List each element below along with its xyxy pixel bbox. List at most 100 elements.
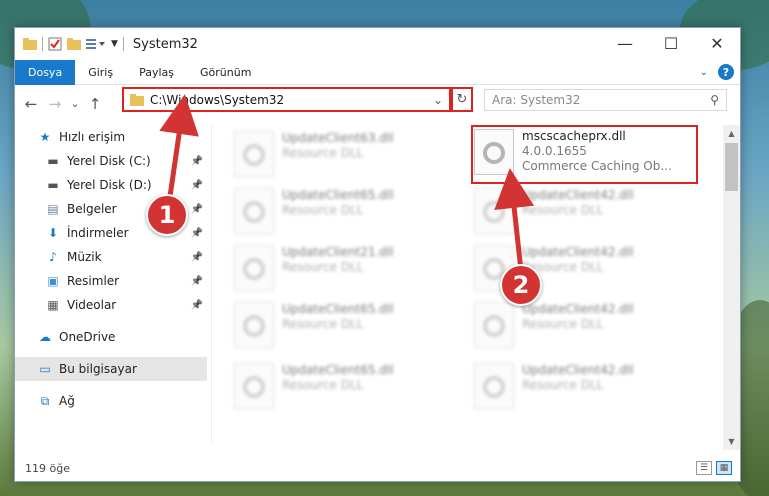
download-icon: ⬇ [47, 226, 59, 240]
file-item[interactable]: UpdateClient65.dll Resource DLL [234, 188, 464, 240]
file-item[interactable]: UpdateClient63.dll Resource DLL [234, 131, 464, 183]
gear-icon [483, 315, 505, 337]
search-input[interactable]: Ara: System32 [492, 93, 710, 107]
dll-file-icon [474, 188, 514, 234]
dll-file-icon [234, 188, 274, 234]
address-path[interactable]: C:\Windows\System32 [150, 93, 433, 107]
sidebar-item[interactable]: ♪ Müzik 📌 [15, 245, 207, 269]
file-item[interactable]: UpdateClient65.dll Resource DLL [234, 302, 464, 354]
sidebar-item[interactable]: ▬ Yerel Disk (D:) 📌 [15, 173, 207, 197]
sidebar-item[interactable]: ★ Hızlı erişim [15, 125, 207, 149]
sidebar-item[interactable]: ▬ Yerel Disk (C:) 📌 [15, 149, 207, 173]
file-meta: UpdateClient42.dll Resource DLL [522, 302, 634, 354]
file-detail: Resource DLL [282, 203, 364, 217]
sidebar-item[interactable]: ▭ Bu bilgisayar [15, 357, 207, 381]
sidebar-item-label: Bu bilgisayar [59, 362, 137, 376]
minimize-button[interactable]: — [602, 28, 648, 59]
dll-file-icon [474, 302, 514, 348]
drive-icon: ▬ [47, 154, 59, 168]
pin-icon[interactable]: 📌 [191, 204, 203, 215]
window-controls: — ☐ ✕ [602, 28, 740, 59]
file-item[interactable]: UpdateClient65.dll Resource DLL [234, 363, 464, 415]
dll-file-icon [234, 245, 274, 291]
tab-home[interactable]: Giriş [75, 60, 126, 85]
gear-icon [243, 376, 265, 398]
view-switcher: ☰ ▦ [696, 461, 732, 475]
address-dropdown-icon[interactable]: ⌄ [433, 93, 443, 107]
file-name: UpdateClient63.dll [282, 131, 394, 145]
toolbar-separator [42, 37, 43, 51]
maximize-button[interactable]: ☐ [648, 28, 694, 59]
video-icon: ▦ [47, 298, 59, 312]
pin-icon[interactable]: 📌 [191, 276, 203, 287]
new-folder-icon[interactable] [67, 38, 81, 50]
file-detail: Resource DLL [282, 317, 364, 331]
dll-file-icon [234, 363, 274, 409]
recent-locations-button[interactable]: ⌄ [67, 97, 83, 110]
scroll-thumb[interactable] [725, 143, 738, 191]
dropdown-arrow-icon[interactable]: ▼ [111, 39, 118, 49]
gear-icon [243, 144, 265, 166]
status-bar: 119 öğe ☰ ▦ [15, 455, 740, 481]
computer-icon: ▭ [39, 362, 51, 376]
pictures-icon: ▣ [47, 274, 59, 288]
sidebar-item[interactable]: ☁ OneDrive [15, 325, 207, 349]
window-title: System32 [132, 36, 198, 52]
tiles-view-icon[interactable]: ▦ [716, 461, 732, 475]
file-item[interactable]: UpdateClient21.dll Resource DLL [234, 245, 464, 297]
sidebar-item-label: OneDrive [59, 330, 116, 344]
pin-icon[interactable]: 📌 [191, 156, 203, 167]
tab-view[interactable]: Görünüm [187, 60, 264, 85]
address-bar[interactable]: C:\Windows\System32 ⌄ [122, 87, 451, 112]
file-meta: UpdateClient42.dll Resource DLL [522, 363, 634, 415]
sidebar-item[interactable]: ⧉ Ağ [15, 389, 207, 413]
sidebar-item-label: Yerel Disk (D:) [67, 178, 152, 192]
back-button[interactable]: ← [19, 95, 43, 113]
file-meta: UpdateClient65.dll Resource DLL [282, 188, 394, 240]
highlight-frame [471, 125, 698, 184]
sidebar-item[interactable]: ▦ Videolar 📌 [15, 293, 207, 317]
help-button[interactable]: ? [718, 64, 734, 80]
pin-icon[interactable]: 📌 [191, 228, 203, 239]
file-meta: UpdateClient65.dll Resource DLL [282, 302, 394, 354]
close-button[interactable]: ✕ [694, 28, 740, 59]
sidebar-item[interactable]: ▣ Resimler 📌 [15, 269, 207, 293]
pin-icon[interactable]: 📌 [191, 180, 203, 191]
file-item[interactable]: UpdateClient42.dll Resource DLL [474, 363, 704, 415]
dll-file-icon [234, 302, 274, 348]
file-name: UpdateClient65.dll [282, 188, 394, 202]
search-box[interactable]: Ara: System32 ⚲ [484, 89, 727, 111]
step-2-badge: 2 [500, 264, 542, 306]
properties-icon[interactable] [48, 37, 62, 51]
sidebar-item-label: Videolar [67, 298, 117, 312]
navigation-pane: ★ Hızlı erişim ▬ Yerel Disk (C:) 📌 ▬ Yerel Dis… [15, 125, 207, 455]
customize-toolbar-icon[interactable] [86, 38, 106, 50]
dll-file-icon [474, 363, 514, 409]
sidebar-item-label: İndirmeler [67, 226, 129, 240]
details-view-icon[interactable]: ☰ [696, 461, 712, 475]
file-name: UpdateClient42.dll [522, 245, 634, 259]
scroll-down-icon[interactable]: ▼ [723, 433, 740, 450]
expand-ribbon-icon[interactable]: ⌄ [700, 67, 708, 78]
scroll-up-icon[interactable]: ▲ [723, 125, 740, 142]
ribbon-right: ⌄ ? [700, 64, 734, 80]
file-detail: Resource DLL [522, 203, 604, 217]
pin-icon[interactable]: 📌 [191, 252, 203, 263]
tab-share[interactable]: Paylaş [126, 60, 187, 85]
item-count: 119 öğe [25, 461, 70, 475]
pin-icon[interactable]: 📌 [191, 300, 203, 311]
sidebar-item-label: Yerel Disk (C:) [67, 154, 151, 168]
file-item[interactable]: UpdateClient42.dll Resource DLL [474, 302, 704, 354]
vertical-scrollbar[interactable]: ▲ ▼ [723, 125, 740, 450]
file-detail: Resource DLL [282, 378, 364, 392]
file-item[interactable]: UpdateClient42.dll Resource DLL [474, 188, 704, 240]
forward-button[interactable]: → [43, 95, 67, 113]
network-icon: ⧉ [40, 393, 50, 408]
tab-file[interactable]: Dosya [15, 59, 76, 85]
refresh-button[interactable]: ↻ [451, 87, 473, 112]
folder-icon [23, 38, 37, 50]
file-detail: Resource DLL [522, 378, 604, 392]
up-button[interactable]: ↑ [83, 95, 107, 113]
gear-icon [243, 315, 265, 337]
file-meta: UpdateClient42.dll Resource DLL [522, 188, 634, 240]
